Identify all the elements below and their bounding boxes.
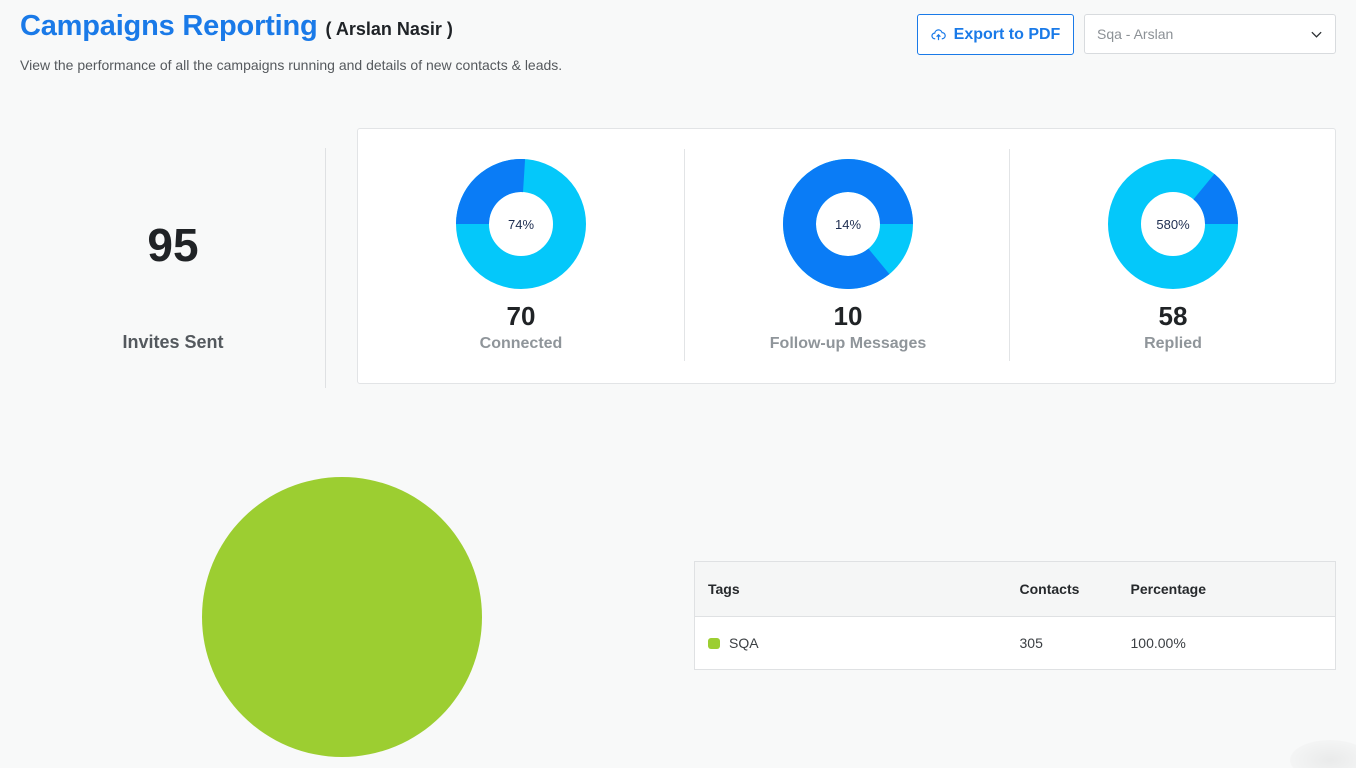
page-title-block: Campaigns Reporting ( Arslan Nasir ): [20, 10, 453, 43]
donut-percent-connected: 74%: [507, 216, 535, 232]
chevron-down-icon: [1311, 31, 1322, 38]
page-title: Campaigns Reporting: [20, 10, 318, 42]
tags-table: Tags Contacts Percentage SQA 305 100.00%: [694, 561, 1336, 670]
stat-connected: 74% 70 Connected: [358, 149, 684, 361]
stat-label-follow-up: Follow-up Messages: [769, 335, 927, 352]
contacts-cell: 305: [1019, 635, 1043, 651]
tag-name: SQA: [729, 635, 759, 651]
stat-value-connected: 70: [506, 301, 536, 331]
export-pdf-label: Export to PDF: [953, 25, 1061, 43]
cloud-upload-icon: [931, 29, 946, 41]
percentage-cell: 100.00%: [1130, 635, 1186, 651]
invites-sent-panel: 95 Invites Sent: [20, 148, 326, 388]
stats-card: 74% 70 Connected 14% 10 Follow-up Messag…: [357, 128, 1336, 384]
user-name: ( Arslan Nasir ): [325, 19, 453, 39]
tag-color-swatch: [708, 638, 720, 649]
tags-pie-chart[interactable]: [201, 476, 483, 758]
stat-follow-up: 14% 10 Follow-up Messages: [684, 149, 1010, 361]
column-header-tags: Tags: [694, 561, 1020, 617]
tag-cell: SQA: [695, 617, 1020, 670]
stat-label-replied: Replied: [1144, 335, 1202, 352]
campaign-select-value: Sqa - Arslan: [1097, 26, 1174, 42]
corner-shadow: [1290, 740, 1356, 768]
column-header-percentage: Percentage: [1130, 561, 1336, 617]
stat-label-connected: Connected: [479, 335, 563, 352]
donut-percent-replied: 580%: [1156, 216, 1190, 232]
export-pdf-button[interactable]: Export to PDF: [917, 14, 1074, 55]
table-row: SQA 305 100.00%: [695, 617, 1336, 670]
donut-percent-follow-up: 14%: [834, 216, 862, 232]
page-subtitle: View the performance of all the campaign…: [20, 57, 563, 73]
stat-replied: 580% 58 Replied: [1009, 149, 1335, 361]
column-header-contacts: Contacts: [1019, 561, 1131, 617]
pie-slice-sqa[interactable]: [202, 477, 482, 757]
invites-sent-label: Invites Sent: [122, 332, 224, 352]
invites-sent-value: 95: [147, 219, 199, 271]
stat-value-replied: 58: [1158, 301, 1188, 331]
campaign-select[interactable]: Sqa - Arslan: [1084, 14, 1336, 54]
stat-value-follow-up: 10: [833, 301, 863, 331]
table-header-row: Tags Contacts Percentage: [694, 561, 1336, 617]
